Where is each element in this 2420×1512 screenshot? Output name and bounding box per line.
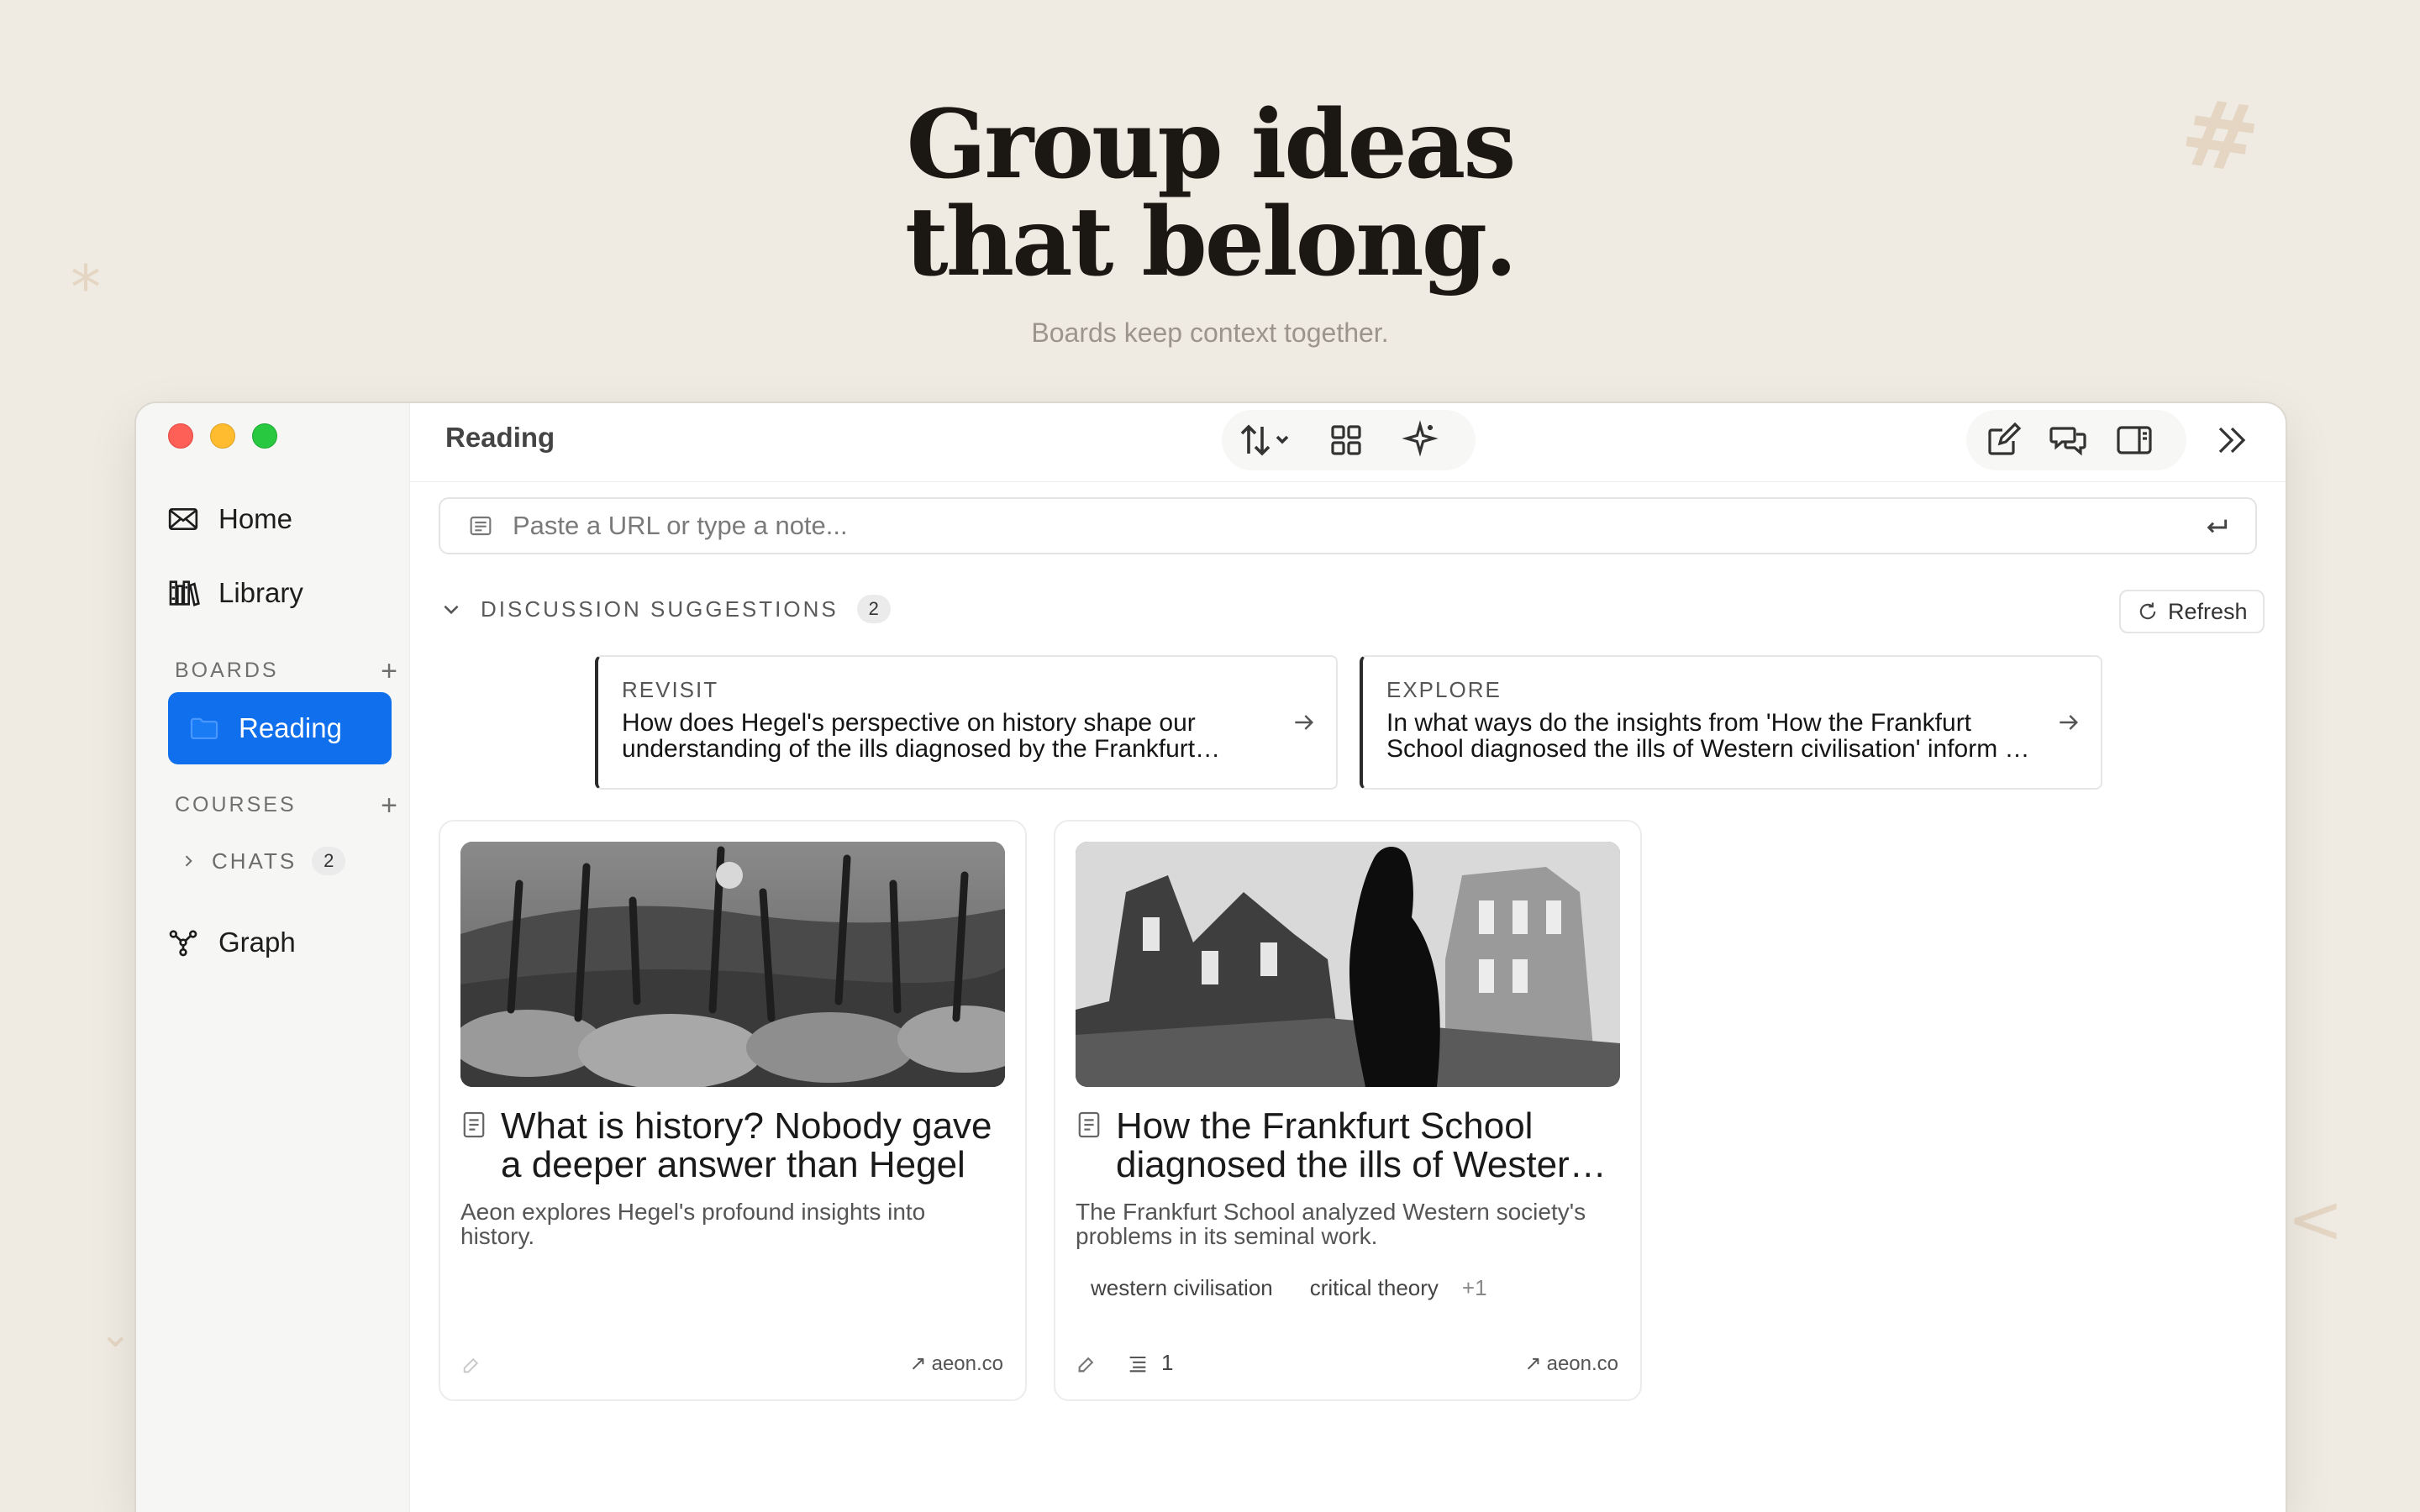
sparkle-icon[interactable]	[1400, 420, 1440, 460]
discussion-suggestions-toggle[interactable]: DISCUSSION SUGGESTIONS 2	[440, 595, 891, 623]
document-icon	[462, 1110, 486, 1143]
refresh-label: Refresh	[2168, 598, 2248, 624]
suggestion-card[interactable]: REVISIT How does Hegel's perspective on …	[595, 655, 1338, 790]
external-link-icon: ↗	[909, 1352, 927, 1375]
highlight-icon	[463, 1357, 479, 1373]
actions-toolbar	[1966, 410, 2186, 470]
library-icon	[169, 580, 200, 606]
article-title[interactable]: What is history? Nobody gave a deeper an…	[501, 1107, 1005, 1184]
suggestion-text: How does Hegel's perspective on history …	[622, 710, 1196, 762]
notes-lines-icon	[1129, 1356, 1146, 1372]
article-title[interactable]: How the Frankfurt School diagnosed the i…	[1116, 1107, 1620, 1184]
main-panel: Reading Paste a URL or type a note... DI…	[410, 403, 2286, 1512]
source-domain: aeon.co	[931, 1352, 1003, 1375]
source-link[interactable]: ↗ aeon.co	[909, 1352, 1003, 1376]
sidebar-toggle-icon[interactable]	[2114, 420, 2154, 460]
enter-icon[interactable]	[2203, 514, 2230, 541]
arrow-right-icon	[1291, 709, 1318, 740]
chats-section-toggle[interactable]: CHATS 2	[180, 847, 346, 875]
external-link-icon: ↗	[1524, 1352, 1542, 1375]
courses-section-label: COURSES	[175, 793, 297, 816]
board-label: Reading	[239, 712, 342, 743]
hero-title: Group ideas that belong.	[0, 97, 2420, 291]
chevron-right-icon	[185, 855, 192, 867]
discussion-header-label: DISCUSSION SUGGESTIONS	[481, 596, 839, 622]
tick-decoration: ⌄	[99, 1310, 132, 1356]
more-tags-count[interactable]: +1	[1462, 1275, 1487, 1301]
tag[interactable]: western civilisation	[1091, 1275, 1273, 1301]
graph-icon	[169, 930, 197, 957]
zoom-window-button[interactable]	[252, 423, 277, 449]
tag-list: western civilisation critical theory +1	[1091, 1275, 1487, 1301]
notes-count: 1	[1161, 1350, 1174, 1375]
url-note-input[interactable]	[513, 511, 2109, 541]
article-description: Aeon explores Hegel's profound insights …	[460, 1199, 926, 1249]
sidebar-item-label: Library	[218, 577, 303, 608]
mail-icon	[168, 508, 198, 530]
close-window-button[interactable]	[168, 423, 193, 449]
page-title: Reading	[445, 422, 555, 453]
sidebar-item-graph[interactable]: Graph	[166, 926, 296, 959]
folder-icon	[190, 717, 218, 739]
chat-icon[interactable]	[2049, 420, 2089, 460]
add-board-button[interactable]: +	[381, 655, 397, 688]
suggestion-text: In what ways do the insights from 'How t…	[1386, 710, 2041, 762]
refresh-icon	[2139, 602, 2156, 620]
discussion-count-badge: 2	[856, 595, 891, 623]
hero-title-line1: Group ideas	[906, 90, 1517, 200]
article-card[interactable]: What is history? Nobody gave a deeper an…	[439, 820, 1027, 1401]
highlight-icon	[1078, 1357, 1094, 1372]
titlebar: Reading	[410, 403, 2286, 482]
arrow-right-icon	[2055, 709, 2082, 740]
card-meta: 1	[1076, 1350, 1173, 1376]
boards-section-label: BOARDS	[175, 659, 279, 682]
note-icon	[470, 516, 492, 536]
window-controls	[168, 423, 277, 449]
sidebar-item-library[interactable]: Library	[166, 576, 303, 610]
hero-title-line2: that belong.	[904, 187, 1518, 297]
article-thumbnail	[1076, 842, 1620, 1087]
suggestion-kind: EXPLORE	[1386, 677, 1502, 702]
sidebar-item-home[interactable]: Home	[166, 502, 292, 536]
chevron-down-icon	[444, 605, 459, 615]
sidebar-item-label: Graph	[218, 927, 296, 958]
hero-subtitle: Boards keep context together.	[1031, 318, 1389, 348]
document-icon	[1077, 1110, 1101, 1143]
double-chevron-right-icon	[2218, 427, 2246, 454]
source-link[interactable]: ↗ aeon.co	[1524, 1352, 1618, 1376]
compose-icon[interactable]	[1983, 420, 2023, 460]
article-thumbnail	[460, 842, 1005, 1087]
tag[interactable]: critical theory	[1310, 1275, 1439, 1301]
refresh-button[interactable]: Refresh	[2119, 590, 2265, 633]
grid-view-icon[interactable]	[1326, 420, 1366, 460]
card-meta	[460, 1352, 484, 1376]
minimize-window-button[interactable]	[210, 423, 235, 449]
chevron-decoration: <	[2287, 1180, 2344, 1258]
view-toolbar	[1222, 410, 1476, 470]
source-domain: aeon.co	[1546, 1352, 1618, 1375]
chats-count-badge: 2	[312, 847, 346, 875]
add-course-button[interactable]: +	[381, 790, 397, 822]
chats-label: CHATS	[212, 848, 297, 874]
suggestion-card[interactable]: EXPLORE In what ways do the insights fro…	[1360, 655, 2102, 790]
url-note-input-bar	[439, 497, 2257, 554]
suggestion-kind: REVISIT	[622, 677, 719, 702]
sidebar-item-label: Home	[218, 503, 293, 534]
article-description: The Frankfurt School analyzed Western so…	[1076, 1199, 1586, 1249]
sidebar-item-reading[interactable]: Reading	[168, 692, 392, 764]
app-window: Home Library BOARDS + Reading COURSES + …	[136, 403, 2286, 1512]
article-card[interactable]: How the Frankfurt School diagnosed the i…	[1054, 820, 1642, 1401]
sidebar: Home Library BOARDS + Reading COURSES + …	[136, 403, 410, 1512]
collapse-panel-button[interactable]	[2212, 420, 2252, 465]
sort-icon[interactable]	[1239, 420, 1292, 460]
